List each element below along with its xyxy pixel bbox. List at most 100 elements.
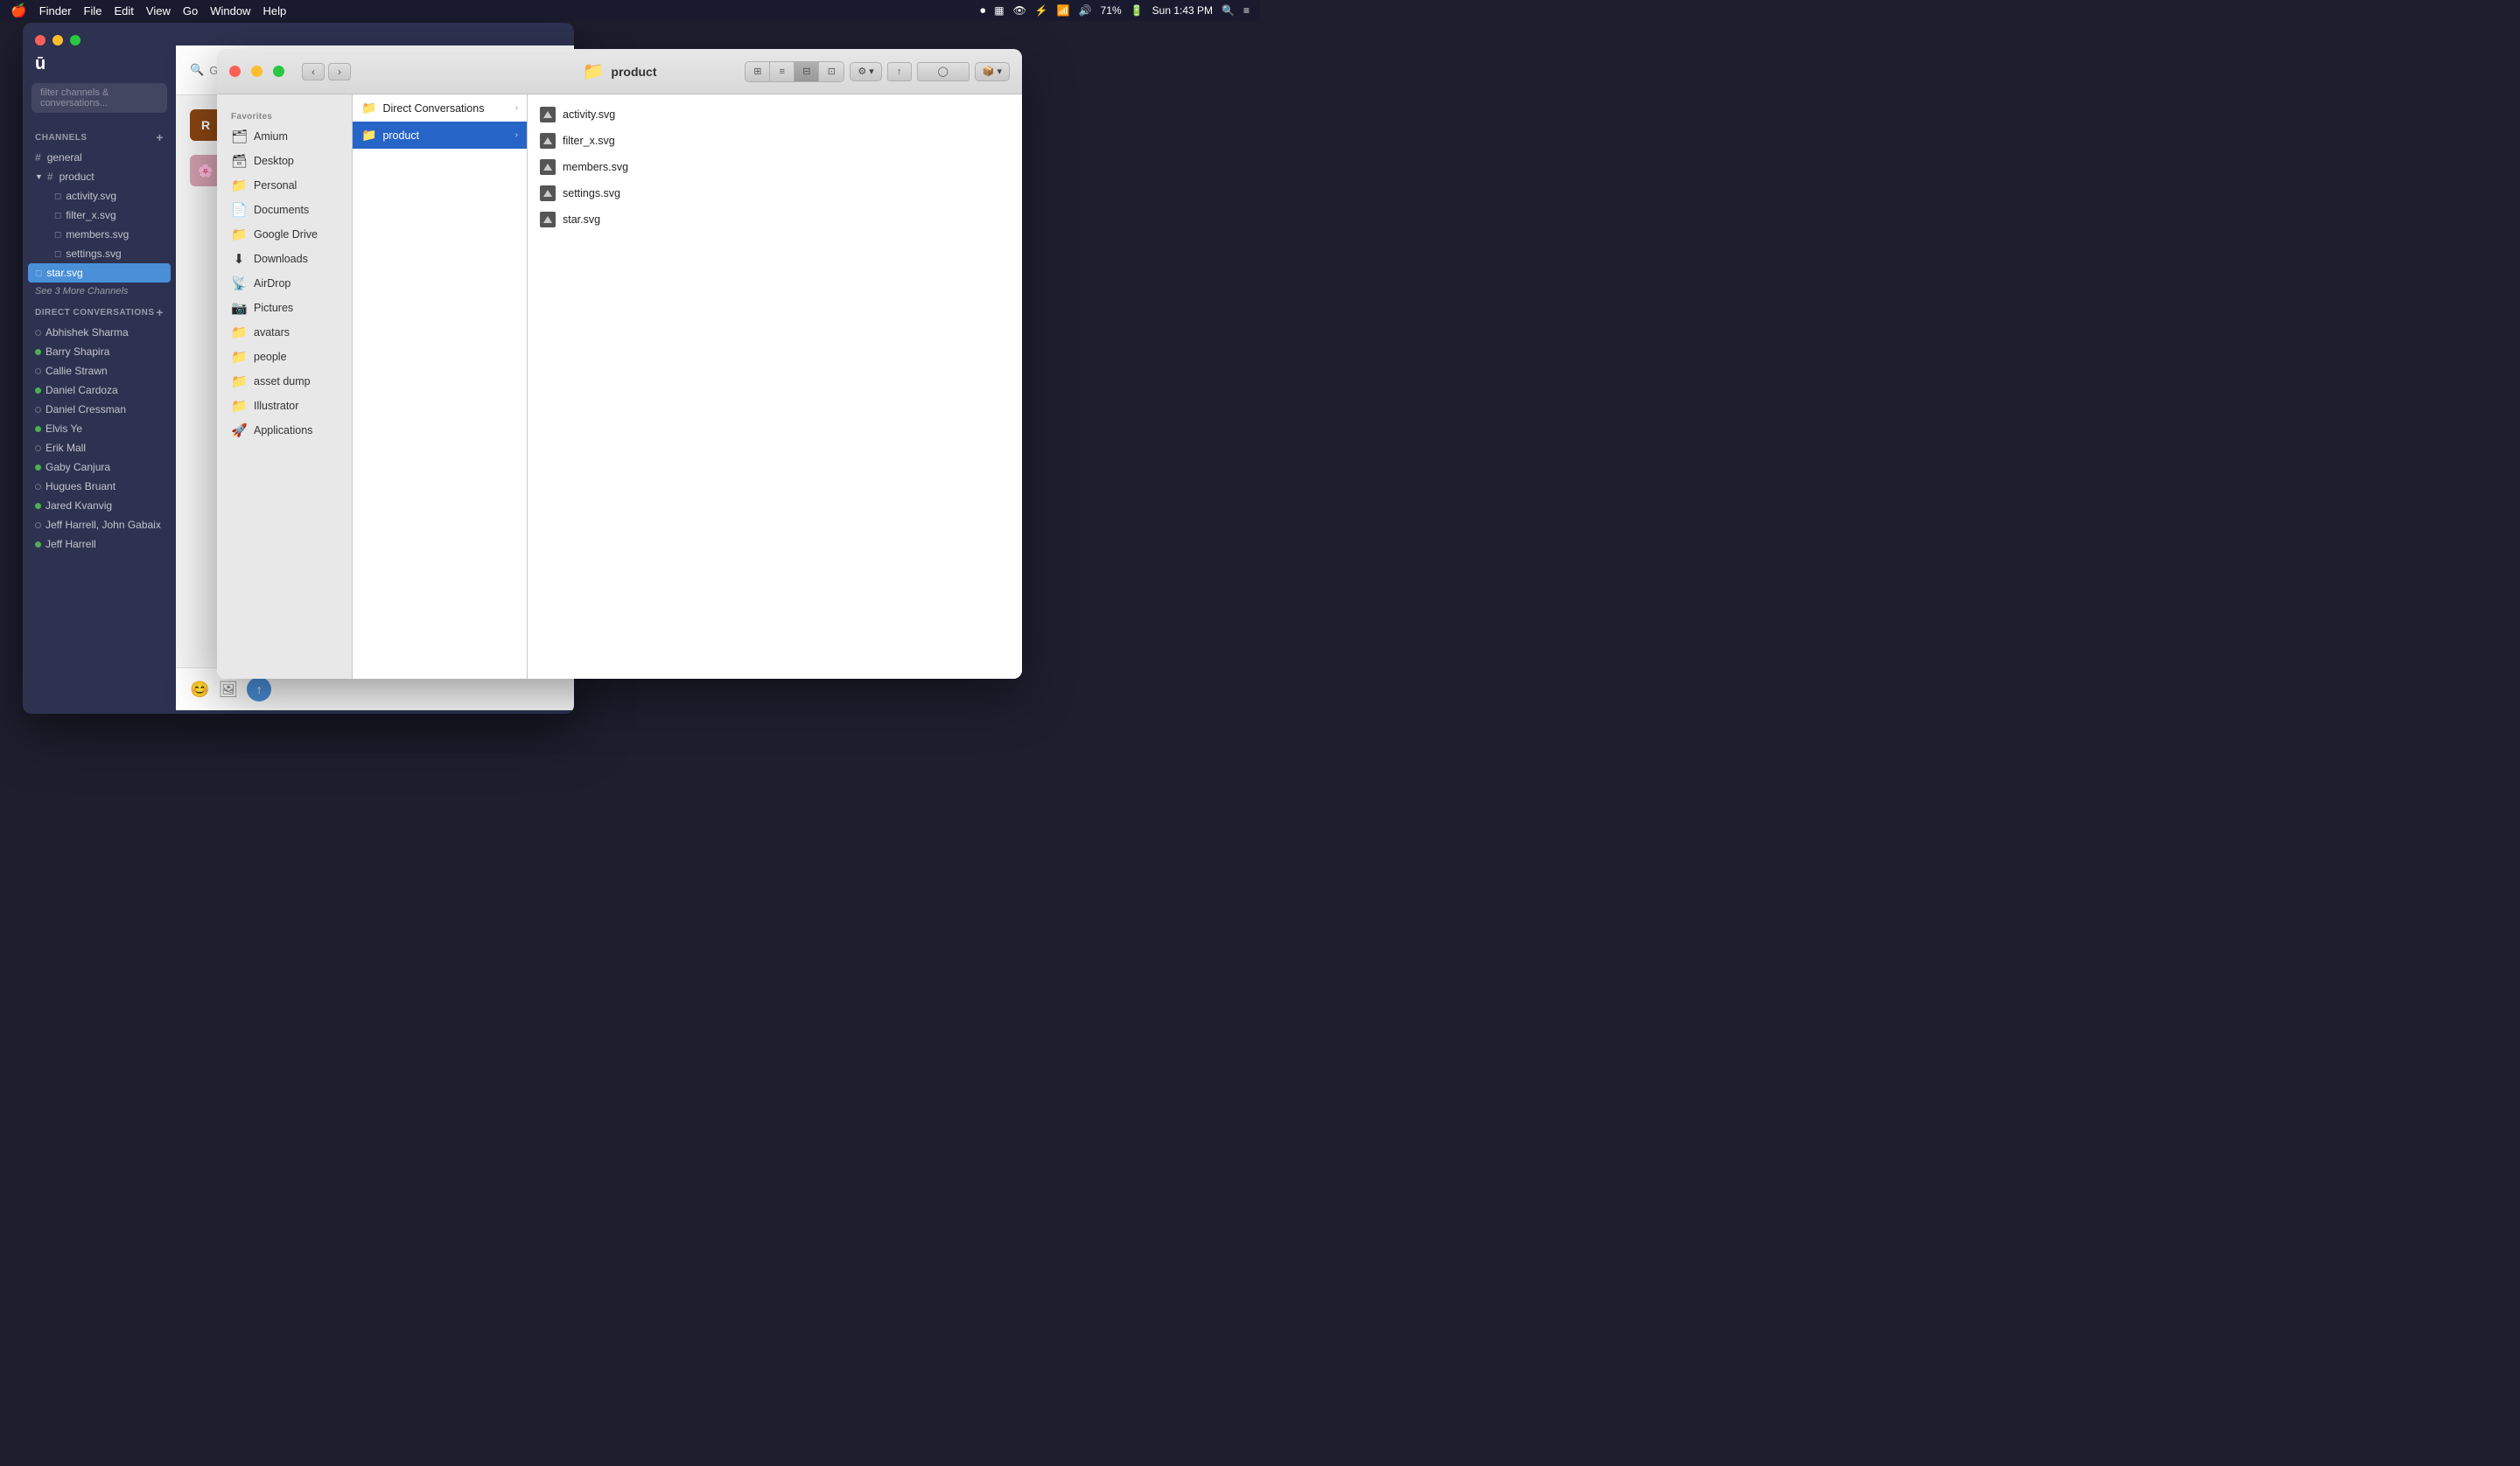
finder-back-button[interactable]: ‹ [302,63,325,80]
sidebar-item-label: Jeff Harrell [46,538,96,550]
sidebar-item-settings-svg[interactable]: ◻ settings.svg [23,244,176,263]
minimize-button[interactable] [52,35,63,45]
file-item-members[interactable]: members.svg [528,154,1022,180]
icon-view-button[interactable]: ⊞ [746,62,770,81]
file-item-activity[interactable]: activity.svg [528,101,1022,128]
sidebar-item-label: activity.svg [66,190,116,202]
sort-button[interactable]: ⚙ ▾ [850,62,881,81]
sidebar-item-general[interactable]: # general [23,148,176,167]
sidebar-item-googledrive[interactable]: 📁 Google Drive [217,222,352,247]
finder-columns: 📁 Direct Conversations › 📁 product › [353,94,1022,679]
sidebar-item-airdrop[interactable]: 📡 AirDrop [217,271,352,296]
applications-icon: 🚀 [231,422,247,438]
finder-close-button[interactable] [229,66,241,77]
sidebar-item-elvis[interactable]: Elvis Ye [23,419,176,438]
file-item-filter-x[interactable]: filter_x.svg [528,128,1022,154]
menubar: 🍎 Finder File Edit View Go Window Help ⏺… [0,0,1260,21]
sidebar-item-activity-svg[interactable]: ◻ activity.svg [23,186,176,206]
sidebar-item-label: settings.svg [66,248,121,260]
search-icon[interactable]: 🔍 [1222,4,1235,17]
sidebar-item-assetdump[interactable]: 📁 asset dump [217,369,352,394]
sidebar-item-applications[interactable]: 🚀 Applications [217,418,352,443]
sidebar-item-illustrator[interactable]: 📁 Illustrator [217,394,352,418]
add-channel-button[interactable]: + [156,130,164,144]
attach-button[interactable]: 🖼 [218,681,238,699]
sidebar-item-downloads[interactable]: ⬇ Downloads [217,247,352,271]
col-item-left: 📁 product [361,128,419,143]
sidebar-item-label: Illustrator [254,400,298,412]
sidebar-item-label: Desktop [254,155,294,167]
sidebar-item-label: people [254,351,287,363]
menubar-help[interactable]: Help [262,4,286,17]
sidebar-item-people[interactable]: 📁 people [217,345,352,369]
offline-status-icon [35,368,41,374]
filter-search[interactable]: filter channels & conversations... [32,83,167,113]
finder-title-label: product [611,65,656,79]
dropbox-icon: 📦 [983,66,995,77]
sidebar-item-amium[interactable]: 🗂 Amium [217,124,352,149]
send-button[interactable]: ↑ [247,677,271,702]
menubar-edit[interactable]: Edit [115,4,134,17]
offline-status-icon [35,445,41,451]
sidebar-item-erik[interactable]: Erik Mall [23,438,176,457]
menubar-window[interactable]: Window [210,4,250,17]
menubar-app-name: Finder [39,4,72,17]
sidebar-item-jared[interactable]: Jared Kvanvig [23,496,176,515]
gallery-view-button[interactable]: ⊡ [819,62,844,81]
sidebar-item-gaby[interactable]: Gaby Canjura [23,457,176,477]
file-item-settings[interactable]: settings.svg [528,180,1022,206]
sidebar-item-documents[interactable]: 📄 Documents [217,198,352,222]
finder-maximize-button[interactable] [273,66,284,77]
sidebar-item-filter-x-svg[interactable]: ◻ filter_x.svg [23,206,176,225]
sidebar-item-label: Callie Strawn [46,365,108,377]
close-button[interactable] [35,35,46,45]
sidebar-item-desktop[interactable]: 🗃 Desktop [217,149,352,173]
sidebar-item-daniel-c[interactable]: Daniel Cardoza [23,380,176,400]
sidebar-item-label: asset dump [254,375,311,387]
finder-minimize-button[interactable] [251,66,262,77]
sidebar-item-daniel-cr[interactable]: Daniel Cressman [23,400,176,419]
sidebar: ū filter channels & conversations... CHA… [23,45,176,710]
sidebar-item-label: Barry Shapira [46,346,109,358]
sidebar-item-hugues[interactable]: Hugues Bruant [23,477,176,496]
emoji-button[interactable]: 😊 [190,681,209,699]
column-view-button[interactable]: ⊟ [794,62,819,81]
menubar-go[interactable]: Go [183,4,198,17]
maximize-button[interactable] [70,35,80,45]
sidebar-item-label: Google Drive [254,228,318,241]
sidebar-item-star-svg[interactable]: ◻ star.svg [28,263,171,283]
see-more-channels[interactable]: See 3 More Channels [23,283,176,300]
folder-icon: 📁 [231,178,247,193]
sidebar-item-avatars[interactable]: 📁 avatars [217,320,352,345]
list-view-button[interactable]: ≡ [770,62,794,81]
sidebar-item-label: Amium [254,130,288,143]
sidebar-item-callie[interactable]: Callie Strawn [23,361,176,380]
sidebar-item-abhishek[interactable]: Abhishek Sharma [23,323,176,342]
sidebar-item-jeff[interactable]: Jeff Harrell [23,534,176,554]
search-icon: 🔍 [190,63,204,77]
file-icon: ◻ [54,249,61,259]
channels-label: CHANNELS [35,133,88,143]
sidebar-item-jeff-john[interactable]: Jeff Harrell, John Gabaix [23,515,176,534]
chevron-right-icon: › [515,130,518,140]
col-item-direct-conversations[interactable]: 📁 Direct Conversations › [353,94,527,122]
menubar-view[interactable]: View [146,4,171,17]
finder-forward-button[interactable]: › [328,63,351,80]
tag-button[interactable]: ◯ [917,62,970,81]
control-center-icon[interactable]: ≡ [1243,4,1250,17]
dropbox-button[interactable]: 📦 ▾ [975,62,1010,81]
add-direct-button[interactable]: + [156,305,164,319]
apple-logo-icon[interactable]: 🍎 [10,3,27,18]
sidebar-item-members-svg[interactable]: ◻ members.svg [23,225,176,244]
sidebar-item-label: general [47,151,82,164]
menubar-file[interactable]: File [84,4,102,17]
svg-file-icon [540,133,556,149]
col-item-product[interactable]: 📁 product › [353,122,527,149]
file-item-star[interactable]: star.svg [528,206,1022,233]
file-name: members.svg [563,161,628,173]
sidebar-item-personal[interactable]: 📁 Personal [217,173,352,198]
sidebar-item-product[interactable]: ▼ # product [23,167,176,186]
sidebar-item-pictures[interactable]: 📷 Pictures [217,296,352,320]
share-button[interactable]: ↑ [887,62,912,81]
sidebar-item-barry[interactable]: Barry Shapira [23,342,176,361]
